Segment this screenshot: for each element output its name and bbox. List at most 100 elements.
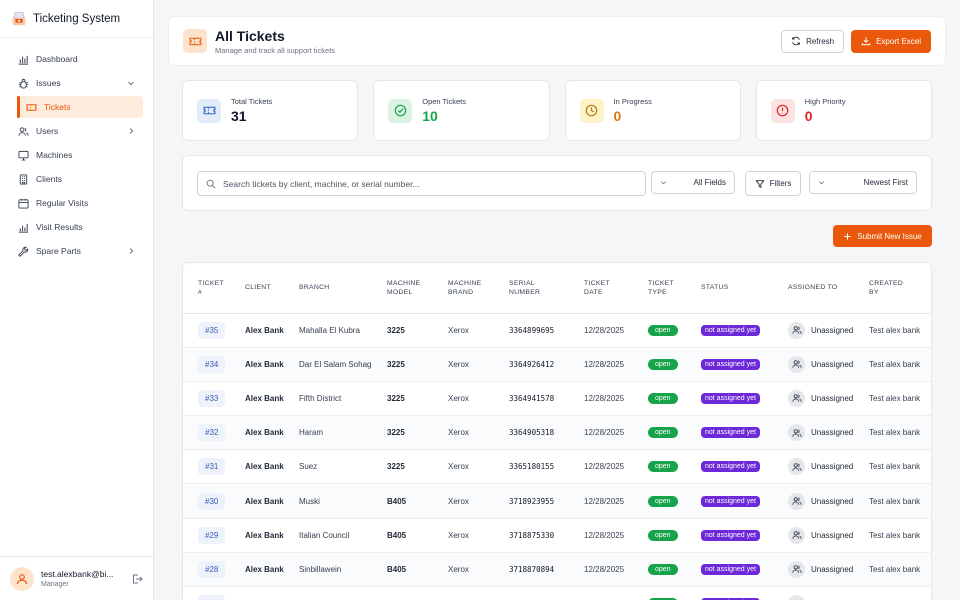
assignee-label: Unassigned bbox=[811, 496, 854, 506]
sidebar-item-clients[interactable]: Clients bbox=[0, 167, 153, 191]
table-row[interactable]: #32 Alex Bank Haram 3225 Xerox 3364905318 12/2… bbox=[183, 415, 931, 451]
ticket-number-link[interactable]: #30 bbox=[198, 492, 226, 510]
user-email: test.alexbank@bi... bbox=[41, 569, 114, 579]
stat-in-progress: In Progress 0 bbox=[564, 80, 741, 141]
search-box bbox=[197, 171, 646, 196]
assignee-label: Unassigned bbox=[811, 428, 854, 438]
status-badge: not assigned yet bbox=[701, 392, 760, 404]
column-header[interactable]: ASSIGNED TO bbox=[788, 263, 869, 314]
chart-icon bbox=[18, 223, 29, 233]
table-row[interactable]: #33 Alex Bank Fifth District 3225 Xerox 33649… bbox=[183, 381, 931, 417]
ticket-number-link[interactable]: #32 bbox=[198, 424, 226, 442]
search-input[interactable] bbox=[223, 178, 633, 189]
column-header[interactable]: BRANCH bbox=[299, 263, 387, 314]
sidebar-item-spare-parts[interactable]: Spare Parts bbox=[0, 239, 153, 263]
status-cell: not assigned yet bbox=[701, 586, 788, 600]
ticket-type-badge: open bbox=[648, 563, 678, 575]
search-icon bbox=[206, 179, 216, 188]
client-cell: Alex Bank bbox=[245, 415, 299, 451]
table-row[interactable]: #34 Alex Bank Dar El Salam Sohag 3225 Xerox 3… bbox=[183, 347, 931, 382]
status-cell: not assigned yet bbox=[701, 381, 788, 417]
status-badge: not assigned yet bbox=[701, 563, 760, 575]
assigned-to-cell: Unassigned bbox=[788, 347, 869, 382]
sidebar-item-users[interactable]: Users bbox=[0, 119, 153, 143]
filters-button[interactable]: Filters bbox=[745, 171, 801, 196]
ticket-type-cell: open bbox=[648, 313, 701, 348]
sidebar-item-visit-results[interactable]: Visit Results bbox=[0, 215, 153, 239]
branch-cell: Fifth District bbox=[299, 381, 387, 417]
refresh-button[interactable]: Refresh bbox=[781, 29, 845, 53]
avatar[interactable] bbox=[10, 566, 34, 591]
stat-label: In Progress bbox=[613, 97, 652, 106]
sort-select[interactable]: Newest First bbox=[809, 171, 917, 194]
column-header[interactable]: CREATED BY bbox=[869, 263, 931, 314]
field-select[interactable]: All Fields bbox=[651, 171, 735, 194]
sidebar-item-dashboard[interactable]: Dashboard bbox=[0, 47, 153, 71]
user-role: Manager bbox=[41, 581, 69, 588]
ticket-type-badge: open bbox=[648, 392, 678, 404]
assignee-label: Unassigned bbox=[811, 359, 854, 369]
ticket-date-cell: 12/28/2025 bbox=[584, 449, 648, 485]
status-cell: not assigned yet bbox=[701, 313, 788, 348]
ticket-type-cell: open bbox=[648, 552, 701, 588]
sidebar-item-machines[interactable]: Machines bbox=[0, 143, 153, 167]
ticket-type-cell: open bbox=[648, 449, 701, 485]
ticket-number-link[interactable]: #29 bbox=[198, 526, 226, 544]
column-header[interactable]: STATUS bbox=[701, 263, 788, 314]
brand[interactable]: Ticketing System bbox=[0, 0, 153, 38]
serial-number-cell: 3718870894 bbox=[509, 552, 584, 588]
status-badge: not assigned yet bbox=[701, 358, 760, 370]
table-row[interactable]: #35 Alex Bank Mahalla El Kubra 3225 Xerox 336… bbox=[183, 313, 931, 348]
ticket-number-link[interactable]: #28 bbox=[198, 560, 226, 578]
table-row[interactable]: #28 Alex Bank Sinbillawein B405 Xerox 3718870… bbox=[183, 552, 931, 588]
stats-row: Total Tickets 31 Open Tickets 10 In Prog… bbox=[182, 80, 932, 141]
column-header[interactable]: TICKET # bbox=[183, 263, 245, 314]
app-logo-icon bbox=[12, 11, 26, 25]
user-icon bbox=[788, 595, 805, 600]
table-row[interactable]: #30 Alex Bank Muski B405 Xerox 3718923955 12/2… bbox=[183, 483, 931, 519]
column-header[interactable]: CLIENT bbox=[245, 263, 299, 314]
ticket-number-link[interactable]: #27 bbox=[198, 595, 226, 600]
sidebar-item-label: Clients bbox=[36, 174, 62, 184]
column-header[interactable]: TICKET TYPE bbox=[648, 263, 701, 314]
ticket-number-link[interactable]: #33 bbox=[198, 389, 226, 407]
sidebar-item-tickets[interactable]: Tickets bbox=[17, 96, 143, 118]
created-by-cell: Test alex bank bbox=[869, 586, 931, 600]
sidebar-item-issues[interactable]: Issues bbox=[0, 71, 153, 95]
ticket-number-link[interactable]: #34 bbox=[198, 355, 226, 373]
column-header[interactable]: TICKET DATE bbox=[584, 263, 648, 314]
chevron-right-icon bbox=[129, 128, 134, 134]
ticket-date-cell: 12/28/2025 bbox=[584, 347, 648, 382]
export-excel-button[interactable]: Export Excel bbox=[851, 29, 931, 53]
column-header[interactable]: MACHINE MODEL bbox=[387, 263, 448, 314]
table-row[interactable]: #27 Alex BankSuezB405Xerox371891985012/28… bbox=[183, 586, 931, 600]
machine-brand-cell: Xerox bbox=[448, 483, 509, 519]
table-row[interactable]: #31 Alex Bank Suez 3225 Xerox 3365180155 12/28… bbox=[183, 449, 931, 485]
machine-brand-cell: Xerox bbox=[448, 313, 509, 348]
assignee-label: Unassigned bbox=[811, 530, 854, 540]
status-badge: not assigned yet bbox=[701, 529, 760, 541]
ticket-date-cell: 12/28/2025 bbox=[584, 552, 648, 588]
client-cell: Alex Bank bbox=[245, 586, 299, 600]
user-icon bbox=[788, 492, 805, 510]
user-icon bbox=[788, 321, 805, 339]
ticket-date-cell: 12/28/2025 bbox=[584, 415, 648, 451]
ticket-number-link[interactable]: #35 bbox=[198, 321, 226, 339]
table-row[interactable]: #29 Alex Bank Italian Council B405 Xerox 3718… bbox=[183, 518, 931, 553]
sidebar-item-label: Visit Results bbox=[36, 222, 83, 232]
sidebar-item-regular-visits[interactable]: Regular Visits bbox=[0, 191, 153, 215]
logout-icon[interactable] bbox=[131, 573, 143, 585]
column-header[interactable]: MACHINE BRAND bbox=[448, 263, 509, 314]
machine-brand-cell: Xerox bbox=[448, 381, 509, 417]
submit-new-issue-button[interactable]: Submit New Issue bbox=[833, 225, 932, 247]
client-cell: Alex Bank bbox=[245, 552, 299, 588]
stat-total-tickets: Total Tickets 31 bbox=[182, 80, 359, 141]
column-header[interactable]: SERIAL NUMBER bbox=[509, 263, 584, 314]
user-icon bbox=[788, 389, 805, 407]
check-circle-icon bbox=[388, 98, 413, 123]
assigned-to-cell: Unassigned bbox=[788, 449, 869, 485]
ticket-number-link[interactable]: #31 bbox=[198, 458, 226, 476]
ticket-type-badge: open bbox=[648, 324, 678, 336]
ticket-type-cell: open bbox=[648, 381, 701, 417]
branch-cell: Muski bbox=[299, 483, 387, 519]
